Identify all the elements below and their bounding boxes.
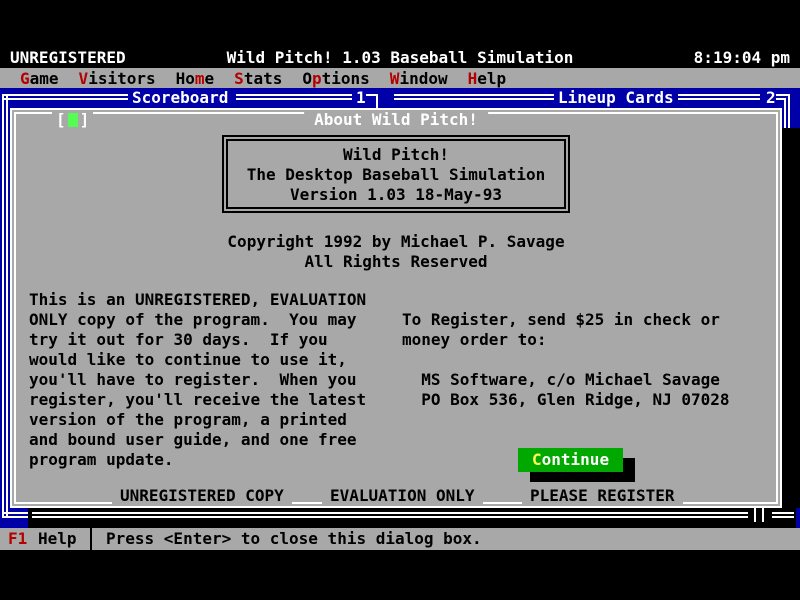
lineup-window-number: 2 bbox=[766, 88, 776, 108]
close-bracket: ] bbox=[80, 110, 90, 129]
rights-line: All Rights Reserved bbox=[16, 252, 776, 272]
menu-label-part: Ho bbox=[176, 69, 195, 88]
button-hotkey: C bbox=[532, 450, 542, 469]
scoreboard-window-number: 1 bbox=[356, 88, 366, 108]
app-titlebar: UNREGISTERED Wild Pitch! 1.03 Baseball S… bbox=[0, 48, 800, 68]
menu-hotkey: m bbox=[195, 69, 205, 88]
menu-game[interactable]: Game bbox=[20, 69, 59, 89]
menu-stats[interactable]: Stats bbox=[234, 69, 282, 89]
menu-visitors[interactable]: Visitors bbox=[79, 69, 156, 89]
continue-button[interactable]: Continue bbox=[518, 448, 623, 472]
footer-unregistered-copy: UNREGISTERED COPY bbox=[112, 486, 292, 506]
lineup-window-title[interactable]: Lineup Cards bbox=[558, 88, 674, 108]
lineup-window-border-line bbox=[678, 94, 760, 100]
window-border-under-shadow bbox=[754, 508, 756, 522]
dos-screen: UNREGISTERED Wild Pitch! 1.03 Baseball S… bbox=[0, 0, 800, 600]
menu-hotkey: V bbox=[79, 69, 89, 88]
status-bar: F1 Help Press <Enter> to close this dial… bbox=[0, 528, 800, 550]
close-bracket: [ bbox=[56, 110, 66, 129]
dialog-shadow bbox=[782, 128, 800, 508]
status-bar-divider bbox=[90, 528, 92, 550]
dialog-close-button[interactable]: [] bbox=[52, 110, 93, 130]
scoreboard-window-border-line bbox=[236, 94, 352, 100]
scoreboard-window-border-line bbox=[2, 94, 128, 100]
program-version: Version 1.03 18-May-93 bbox=[228, 185, 564, 205]
close-box-icon bbox=[68, 113, 78, 127]
menu-label-part: elp bbox=[477, 69, 506, 88]
copyright-block: Copyright 1992 by Michael P. Savage All … bbox=[16, 232, 776, 272]
footer-evaluation-only: EVALUATION ONLY bbox=[322, 486, 483, 506]
scoreboard-window-corner bbox=[366, 94, 378, 108]
f1-key-label: Help bbox=[38, 529, 77, 549]
menu-hotkey: S bbox=[234, 69, 244, 88]
menu-label-part: ame bbox=[30, 69, 59, 88]
status-message: Press <Enter> to close this dialog box. bbox=[106, 529, 482, 549]
menu-label-part: indow bbox=[399, 69, 447, 88]
evaluation-notice-text: This is an UNREGISTERED, EVALUATION ONLY… bbox=[29, 290, 366, 470]
window-border-under-shadow bbox=[762, 508, 764, 522]
copyright-line: Copyright 1992 by Michael P. Savage bbox=[16, 232, 776, 252]
menu-window[interactable]: Window bbox=[390, 69, 448, 89]
registration-info-text: To Register, send $25 in check or money … bbox=[402, 310, 730, 410]
menu-hotkey: H bbox=[468, 69, 478, 88]
menu-label-part: e bbox=[205, 69, 215, 88]
program-info-box: Wild Pitch! The Desktop Baseball Simulat… bbox=[222, 135, 570, 213]
button-label-part: ontinue bbox=[542, 450, 609, 469]
scoreboard-window-left-border bbox=[2, 94, 8, 518]
window-border-under-shadow bbox=[772, 512, 794, 518]
scoreboard-window-title[interactable]: Scoreboard bbox=[132, 88, 228, 108]
f1-key-hint[interactable]: F1 bbox=[8, 529, 27, 549]
menu-home[interactable]: Home bbox=[176, 69, 215, 89]
app-title: Wild Pitch! 1.03 Baseball Simulation bbox=[0, 48, 800, 68]
menu-label-part: tats bbox=[244, 69, 283, 88]
menu-label-part: isitors bbox=[88, 69, 155, 88]
menu-help[interactable]: Help bbox=[468, 69, 507, 89]
clock: 8:19:04 pm bbox=[694, 48, 790, 68]
menu-label-part: O bbox=[302, 69, 312, 88]
program-subtitle: The Desktop Baseball Simulation bbox=[228, 165, 564, 185]
menu-bar: Game Visitors Home Stats Options Window … bbox=[0, 68, 800, 90]
window-border-under-shadow bbox=[32, 512, 748, 518]
menu-hotkey: W bbox=[390, 69, 400, 88]
scoreboard-window-bottom-corner bbox=[2, 512, 28, 518]
dialog-shadow bbox=[28, 508, 796, 528]
dialog-title: About Wild Pitch! bbox=[304, 110, 488, 130]
program-name: Wild Pitch! bbox=[228, 145, 564, 165]
menu-hotkey: p bbox=[312, 69, 322, 88]
menu-label-part: tions bbox=[322, 69, 370, 88]
footer-please-register: PLEASE REGISTER bbox=[522, 486, 683, 506]
lineup-window-border-line bbox=[394, 94, 554, 100]
menu-hotkey: G bbox=[20, 69, 30, 88]
menu-options[interactable]: Options bbox=[302, 69, 369, 89]
about-dialog: [] About Wild Pitch! Wild Pitch! The Des… bbox=[10, 108, 782, 508]
